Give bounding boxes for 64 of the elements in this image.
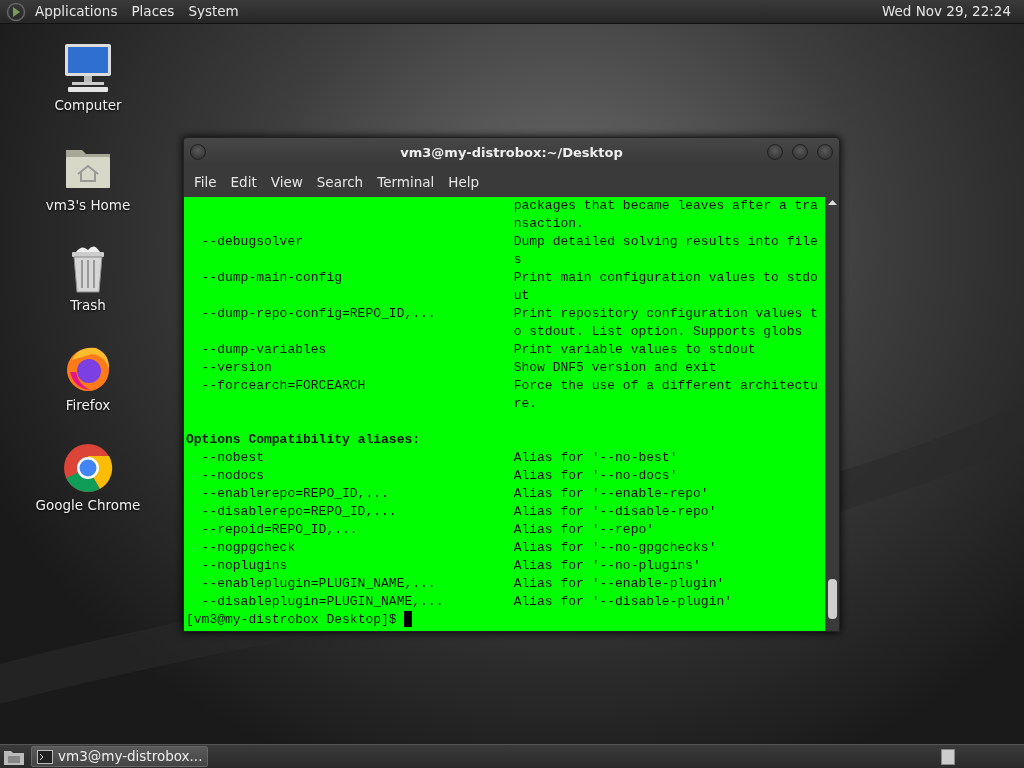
option-name: --forcearch=FORCEARCH (201, 377, 367, 395)
option-description: nsaction. (513, 215, 584, 233)
option-description: Print repository configuration values t (513, 305, 818, 323)
panel-menu[interactable]: Places (124, 1, 182, 22)
option-description: o stdout. List option. Supports globs (513, 323, 803, 341)
panel-menu[interactable]: System (181, 1, 246, 22)
option-name: --enablerepo=REPO_ID,... (201, 485, 390, 503)
option-description: Print main configuration values to stdo (513, 269, 818, 287)
option-description: re. (513, 395, 538, 413)
option-description: s (513, 251, 522, 269)
option-name: --nobest (201, 449, 265, 467)
option-name: --dump-repo-config=REPO_ID,... (201, 305, 437, 323)
option-name: --nodocs (201, 467, 265, 485)
clock[interactable]: Wed Nov 29, 22:24 (874, 1, 1018, 22)
option-description: Alias for '--no-docs' (513, 467, 678, 485)
menu-item[interactable]: File (188, 171, 225, 193)
option-name: --noplugins (201, 557, 289, 575)
menu-item[interactable]: Terminal (371, 171, 443, 193)
panel-menu[interactable]: Applications (28, 1, 125, 22)
icon-label[interactable]: Computer (54, 95, 122, 116)
option-name: --debugsolver (201, 233, 304, 251)
option-name: --version (201, 359, 273, 377)
section-heading: Options Compatibility aliases: (186, 431, 421, 449)
scrollbar[interactable] (825, 197, 839, 631)
computer-icon[interactable] (62, 42, 114, 94)
scroll-up-icon[interactable] (828, 199, 837, 206)
window-title: vm3@my-distrobox:~/Desktop (400, 143, 623, 162)
icon-label[interactable]: Trash (70, 295, 106, 316)
option-name: --nogpgcheck (201, 539, 297, 557)
option-description: Force the use of a different architectu (513, 377, 818, 395)
option-description: packages that became leaves after a tra (513, 197, 818, 215)
menu-item[interactable]: Search (310, 171, 372, 193)
option-description: Print variable values to stdout (513, 341, 756, 359)
menu-item[interactable]: Edit (224, 171, 265, 193)
icon-label[interactable]: vm3's Home (45, 195, 131, 216)
terminal-icon (37, 749, 53, 764)
text-cursor (404, 611, 413, 627)
option-name: --repoid=REPO_ID,... (201, 521, 359, 539)
option-name: --dump-variables (201, 341, 328, 359)
scrollbar-thumb[interactable] (828, 579, 837, 619)
option-description: Alias for '--enable-repo' (513, 485, 709, 503)
option-description: Alias for '--no-gpgchecks' (513, 539, 717, 557)
taskbar-button[interactable]: vm3@my-distrobox... (31, 746, 209, 767)
option-description: Dump detailed solving results into file (513, 233, 818, 251)
option-description: Alias for '--enable-plugin' (513, 575, 725, 593)
option-name: --dump-main-config (201, 269, 344, 287)
option-description: Alias for '--no-plugins' (513, 557, 701, 575)
logo-icon[interactable] (6, 1, 26, 22)
workspace-switcher[interactable] (941, 748, 955, 765)
icon-label[interactable]: Google Chrome (35, 495, 141, 516)
option-description: Alias for '--disable-plugin' (513, 593, 733, 611)
option-description: Alias for '--no-best' (513, 449, 678, 467)
menu-item[interactable]: View (264, 171, 311, 193)
option-description: Alias for '--disable-repo' (513, 503, 717, 521)
menu-item[interactable]: Help (442, 171, 488, 193)
option-description: Show DNF5 version and exit (513, 359, 717, 377)
option-name: --enableplugin=PLUGIN_NAME,... (201, 575, 437, 593)
option-name: --disablerepo=REPO_ID,... (201, 503, 398, 521)
option-description: ut (513, 287, 530, 305)
shell-prompt: [vm3@my-distrobox Desktop]$ (186, 611, 398, 629)
option-name: --disableplugin=PLUGIN_NAME,... (201, 593, 445, 611)
chrome-icon[interactable] (62, 442, 114, 494)
option-description: Alias for '--repo' (513, 521, 655, 539)
icon-label[interactable]: Firefox (65, 395, 111, 416)
